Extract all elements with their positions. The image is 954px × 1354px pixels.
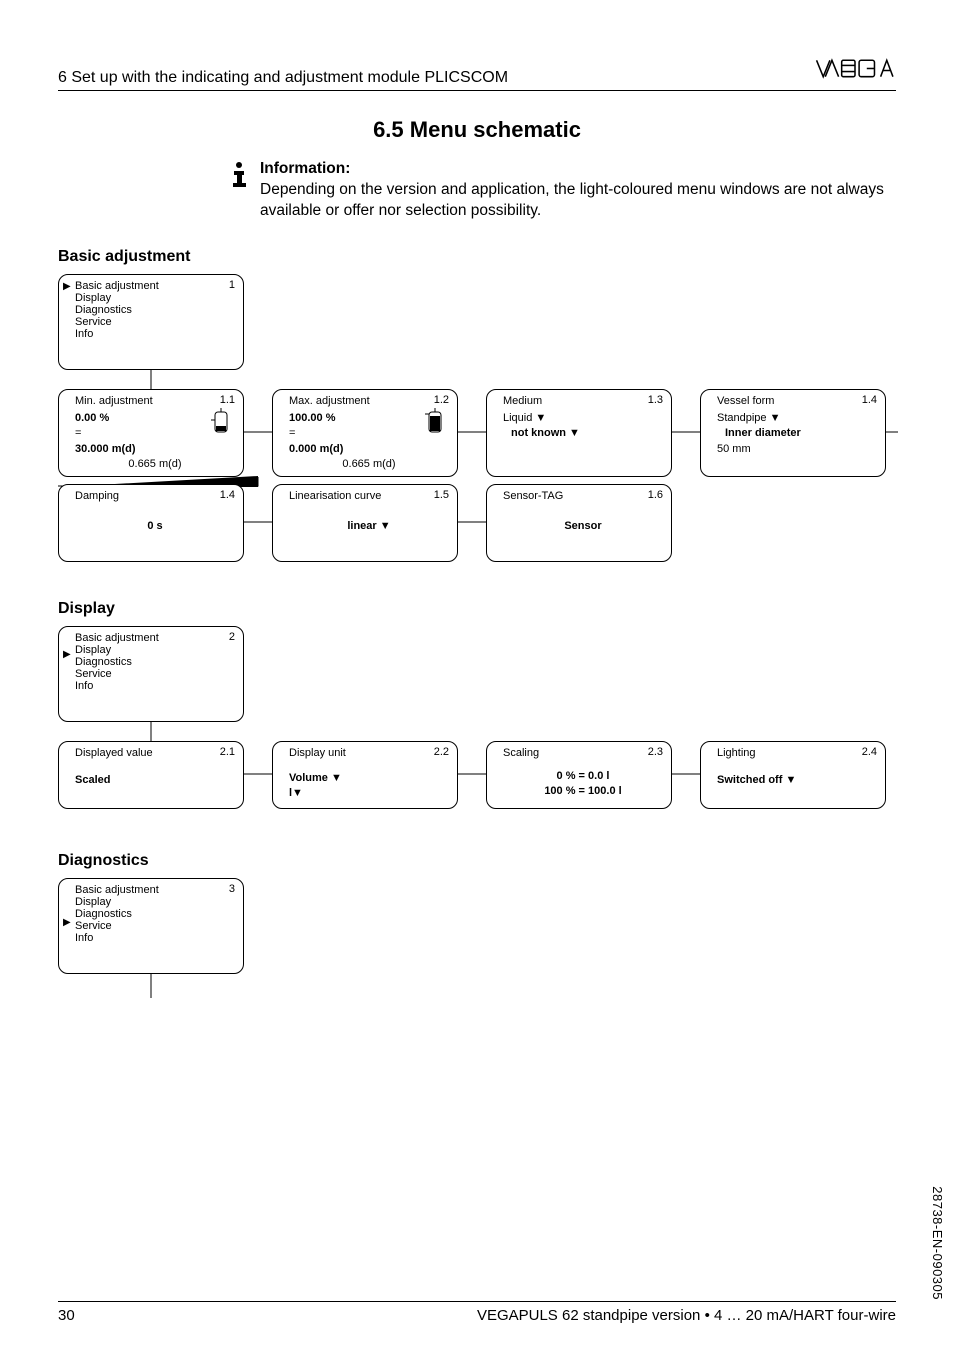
leaf-display-unit: 2.2 Display unit Volume ▼ l▼: [272, 741, 458, 809]
information-heading: Information:: [260, 160, 350, 177]
leaf-title: Linearisation curve: [289, 490, 449, 502]
chapter-title: 6 Set up with the indicating and adjustm…: [58, 69, 508, 87]
box-number: 1.3: [648, 394, 663, 406]
leaf-lighting: 2.4 Lighting Switched off ▼: [700, 741, 886, 809]
tank-low-icon: [209, 408, 233, 436]
value-line: Liquid ▼: [503, 411, 663, 426]
menu-item: Info: [75, 680, 235, 692]
leaf-title: Scaling: [503, 747, 663, 759]
leaf-title: Display unit: [289, 747, 449, 759]
info-icon: [228, 161, 250, 187]
menu-item: Display: [75, 644, 235, 656]
information-body: Depending on the version and application…: [260, 181, 884, 219]
menu-item: Service: [75, 668, 235, 680]
leaf-scaling: 2.3 Scaling 0 % = 0.0 l 100 % = 100.0 l: [486, 741, 672, 809]
leaf-displayed-value: 2.1 Displayed value Scaled: [58, 741, 244, 809]
leaf-max-adjustment: 1.2 Max. adjustment 100.00 % = 0.000 m(d…: [272, 389, 458, 477]
page-header: 6 Set up with the indicating and adjustm…: [58, 56, 896, 91]
product-name: VEGAPULS 62 standpipe version • 4 … 20 m…: [477, 1307, 896, 1324]
box-number: 1: [229, 279, 235, 291]
diagram-diagnostics: 3 ▶ Basic adjustment Display Diagnostics…: [58, 878, 896, 1008]
box-number: 2: [229, 631, 235, 643]
value-line: 0.665 m(d): [289, 457, 449, 472]
value-center: 0 s: [75, 520, 235, 532]
menu-item: Display: [75, 896, 235, 908]
value-line: 0 % = 0.0 l: [503, 769, 663, 784]
menu-item: Basic adjustment: [75, 632, 235, 644]
leaf-title: Max. adjustment: [289, 395, 449, 407]
box-number: 1.6: [648, 489, 663, 501]
leaf-sensor-tag: 1.6 Sensor-TAG Sensor: [486, 484, 672, 562]
box-number: 2.2: [434, 746, 449, 758]
page-number: 30: [58, 1307, 75, 1324]
leaf-min-adjustment: 1.1 Min. adjustment 0.00 % = 30.000 m(d)…: [58, 389, 244, 477]
value-line: not known ▼: [511, 426, 663, 441]
leaf-vessel-form: 1.4 Vessel form Standpipe ▼ Inner diamet…: [700, 389, 886, 477]
value-line: l▼: [289, 786, 449, 801]
section-title: 6.5 Menu schematic: [58, 117, 896, 143]
vega-logo: [814, 56, 896, 82]
leaf-title: Min. adjustment: [75, 395, 235, 407]
information-text: Information: Depending on the version an…: [260, 159, 896, 222]
value-line: Inner diameter: [725, 426, 877, 441]
menu-item: Info: [75, 328, 235, 340]
value-line: 50 mm: [717, 442, 877, 457]
menu-item: Diagnostics: [75, 908, 235, 920]
box-number: 1.2: [434, 394, 449, 406]
menu-item: Diagnostics: [75, 304, 235, 316]
box-number: 1.4: [862, 394, 877, 406]
pointer-icon: ▶: [63, 649, 71, 660]
menu-item: Service: [75, 920, 235, 932]
value-line: 30.000 m(d): [75, 442, 235, 457]
box-number: 1.1: [220, 394, 235, 406]
menu-item: Service: [75, 316, 235, 328]
menu-item: Basic adjustment: [75, 884, 235, 896]
value-center: Sensor: [503, 520, 663, 532]
box-number: 2.3: [648, 746, 663, 758]
value-line: 0.000 m(d): [289, 442, 449, 457]
leaf-title: Vessel form: [717, 395, 877, 407]
menu-box-display: 2 ▶ Basic adjustment Display Diagnostics…: [58, 626, 244, 722]
pointer-icon: ▶: [63, 917, 71, 928]
menu-item: Basic adjustment: [75, 280, 235, 292]
diagram-basic-adjustment: 1 ▶ Basic adjustment Display Diagnostics…: [58, 274, 896, 574]
subsection-basic-adjustment: Basic adjustment: [58, 248, 896, 266]
leaf-title: Damping: [75, 490, 235, 502]
value-line: Switched off ▼: [717, 773, 877, 788]
pointer-icon: ▶: [63, 281, 71, 292]
menu-item: Display: [75, 292, 235, 304]
page-footer: 30 VEGAPULS 62 standpipe version • 4 … 2…: [58, 1301, 896, 1324]
leaf-title: Displayed value: [75, 747, 235, 759]
document-code: 28738-EN-090305: [930, 1186, 945, 1300]
subsection-diagnostics: Diagnostics: [58, 852, 896, 870]
menu-box-diagnostics: 3 ▶ Basic adjustment Display Diagnostics…: [58, 878, 244, 974]
leaf-title: Medium: [503, 395, 663, 407]
leaf-medium: 1.3 Medium Liquid ▼ not known ▼: [486, 389, 672, 477]
menu-box-basic: 1 ▶ Basic adjustment Display Diagnostics…: [58, 274, 244, 370]
menu-item: Diagnostics: [75, 656, 235, 668]
tank-high-icon: [423, 408, 447, 436]
leaf-linearisation-curve: 1.5 Linearisation curve linear ▼: [272, 484, 458, 562]
leaf-damping: 1.4 Damping 0 s: [58, 484, 244, 562]
value-line: 0.665 m(d): [75, 457, 235, 472]
box-number: 1.5: [434, 489, 449, 501]
box-number: 3: [229, 883, 235, 895]
subsection-display: Display: [58, 600, 896, 618]
menu-item: Info: [75, 932, 235, 944]
box-number: 1.4: [220, 489, 235, 501]
leaf-title: Lighting: [717, 747, 877, 759]
leaf-title: Sensor-TAG: [503, 490, 663, 502]
value-center: linear ▼: [289, 520, 449, 532]
box-number: 2.1: [220, 746, 235, 758]
value-line: Volume ▼: [289, 771, 449, 786]
box-number: 2.4: [862, 746, 877, 758]
value-line: 100 % = 100.0 l: [503, 784, 663, 799]
diagram-display: 2 ▶ Basic adjustment Display Diagnostics…: [58, 626, 896, 826]
information-block: Information: Depending on the version an…: [228, 159, 896, 222]
value-line: Scaled: [75, 773, 235, 788]
value-line: Standpipe ▼: [717, 411, 877, 426]
